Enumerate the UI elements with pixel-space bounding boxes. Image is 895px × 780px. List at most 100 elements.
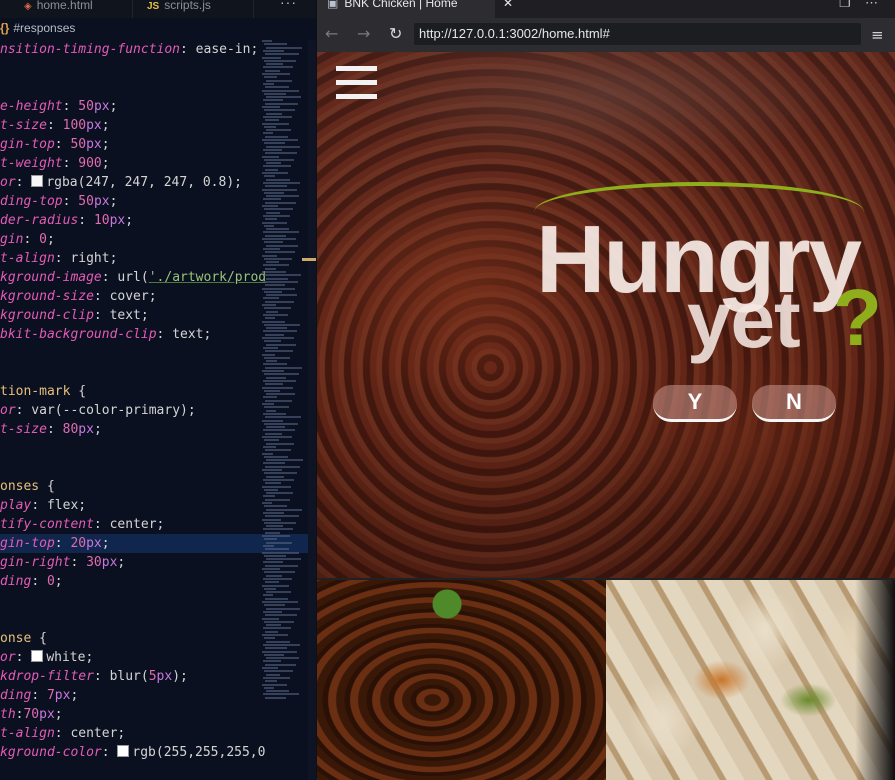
minimap-line — [265, 366, 302, 369]
minimap-line — [265, 630, 278, 633]
browser-tab[interactable]: ▣ BNK Chicken | Home — [317, 0, 495, 18]
code-token: : — [31, 574, 47, 589]
address-bar[interactable]: http://127.0.0.1:3002/home.html# — [414, 23, 861, 45]
code-line[interactable]: gin-top: 50px; — [0, 135, 110, 154]
minimap-line — [264, 406, 289, 409]
editor-scrollbar[interactable] — [308, 40, 316, 780]
code-token: 5 — [148, 669, 157, 684]
code-line[interactable]: bkit-background-clip: text; — [0, 325, 211, 344]
minimap[interactable] — [262, 40, 306, 700]
minimap-line — [265, 152, 297, 155]
minimap-line — [265, 531, 280, 534]
minimap-line — [263, 99, 283, 102]
code-token: t-align — [0, 251, 55, 266]
minimap-line — [266, 277, 288, 280]
code-token: ; — [117, 555, 126, 570]
code-line[interactable]: t-align: right; — [0, 249, 117, 268]
minimap-line — [263, 627, 291, 630]
minimap-line — [262, 353, 275, 356]
code-token: : — [54, 137, 71, 152]
code-line[interactable]: onses { — [0, 477, 55, 496]
minimap-line — [264, 208, 293, 211]
minimap-line — [263, 643, 300, 646]
code-line[interactable]: der-radius: 10px; — [0, 211, 133, 230]
code-line[interactable]: ding: 7px; — [0, 686, 78, 705]
minimap-line — [265, 201, 296, 204]
code-token: 100 — [62, 118, 87, 133]
code-token: gin-top — [0, 137, 55, 152]
minimap-line — [266, 178, 290, 181]
browser-tab-bar: ▣ BNK Chicken | Home ✕ ❐ ⋯ — [317, 0, 895, 18]
minimap-line — [263, 429, 295, 432]
color-swatch[interactable] — [31, 650, 44, 662]
minimap-line — [262, 188, 297, 191]
hamburger-menu-icon[interactable] — [336, 66, 377, 100]
code-token: : flex; — [31, 498, 87, 513]
code-line[interactable]: ding-top: 50px; — [0, 192, 117, 211]
code-line[interactable]: tion-mark { — [0, 382, 86, 401]
code-line[interactable]: t-size: 80px; — [0, 420, 102, 439]
code-token: ; — [101, 137, 110, 152]
code-line[interactable]: onse { — [0, 629, 47, 648]
tab-scripts-js[interactable]: JS scripts.js — [133, 0, 254, 18]
code-line[interactable]: or: white; — [0, 648, 93, 667]
minimap-line — [262, 386, 293, 389]
minimap-line — [264, 307, 291, 310]
code-token: : cover; — [93, 289, 157, 304]
minimap-line — [265, 614, 297, 617]
close-tab-icon[interactable]: ✕ — [503, 0, 513, 10]
color-swatch[interactable] — [31, 175, 44, 187]
forward-icon[interactable]: → — [357, 24, 370, 43]
code-line[interactable]: or: rgba(247, 247, 247, 0.8); — [0, 173, 242, 192]
code-line[interactable]: kground-size: cover; — [0, 287, 157, 306]
code-line[interactable]: play: flex; — [0, 496, 86, 515]
code-line[interactable]: e-height: 50px; — [0, 97, 117, 116]
minimap-line — [263, 396, 277, 399]
code-line[interactable]: t-align: center; — [0, 724, 125, 743]
minimap-line — [265, 53, 299, 56]
minimap-line — [266, 228, 289, 231]
split-view-icon[interactable]: ❐ — [839, 0, 851, 11]
code-line[interactable]: th:70px; — [0, 705, 63, 724]
minimap-line — [266, 541, 292, 544]
code-line[interactable]: nsition-timing-function: ease-in; — [0, 40, 258, 59]
menu-icon[interactable]: ≡ — [871, 26, 884, 44]
code-line[interactable]: kground-color: rgb(255,255,255,0 — [0, 743, 265, 762]
minimap-line — [265, 498, 290, 501]
breadcrumb[interactable]: {} #responses — [0, 18, 316, 38]
code-line[interactable]: t-weight: 900; — [0, 154, 110, 173]
minimap-line — [263, 280, 298, 283]
minimap-line — [265, 350, 293, 353]
back-icon[interactable]: ← — [325, 24, 338, 43]
code-token: 10 — [93, 213, 110, 228]
response-no-button[interactable]: N — [752, 385, 836, 422]
minimap-line — [263, 115, 292, 118]
code-line[interactable]: kground-clip: text; — [0, 306, 149, 325]
page-icon: ▣ — [327, 0, 339, 10]
minimap-line — [262, 551, 299, 554]
minimap-line — [266, 393, 295, 396]
minimap-line — [263, 478, 294, 481]
code-token: px — [109, 213, 126, 228]
minimap-line — [262, 271, 286, 273]
color-swatch[interactable] — [117, 745, 130, 757]
more-actions-icon[interactable]: ··· — [280, 0, 297, 10]
reload-icon[interactable]: ↻ — [389, 24, 402, 43]
code-line[interactable]: gin: 0; — [0, 230, 55, 249]
response-yes-button[interactable]: Y — [653, 385, 737, 422]
minimap-line — [265, 647, 287, 650]
minimap-line — [263, 66, 293, 69]
code-line[interactable]: ding: 0; — [0, 572, 63, 591]
code-line[interactable]: tify-content: center; — [0, 515, 164, 534]
code-line[interactable]: kground-image: url('./artwork/prod — [0, 268, 266, 287]
minimap-line — [265, 581, 279, 584]
more-icon[interactable]: ⋯ — [865, 0, 878, 11]
minimap-line — [266, 162, 281, 165]
code-line[interactable]: gin-right: 30px; — [0, 553, 125, 572]
code-line[interactable]: t-size: 100px; — [0, 116, 110, 135]
code-line[interactable]: or: var(--color-primary); — [0, 401, 196, 420]
minimap-line — [265, 102, 298, 105]
tab-home-html[interactable]: ◈ home.html — [0, 0, 133, 18]
minimap-line — [263, 511, 284, 514]
code-line[interactable]: kdrop-filter: blur(5px); — [0, 667, 188, 686]
